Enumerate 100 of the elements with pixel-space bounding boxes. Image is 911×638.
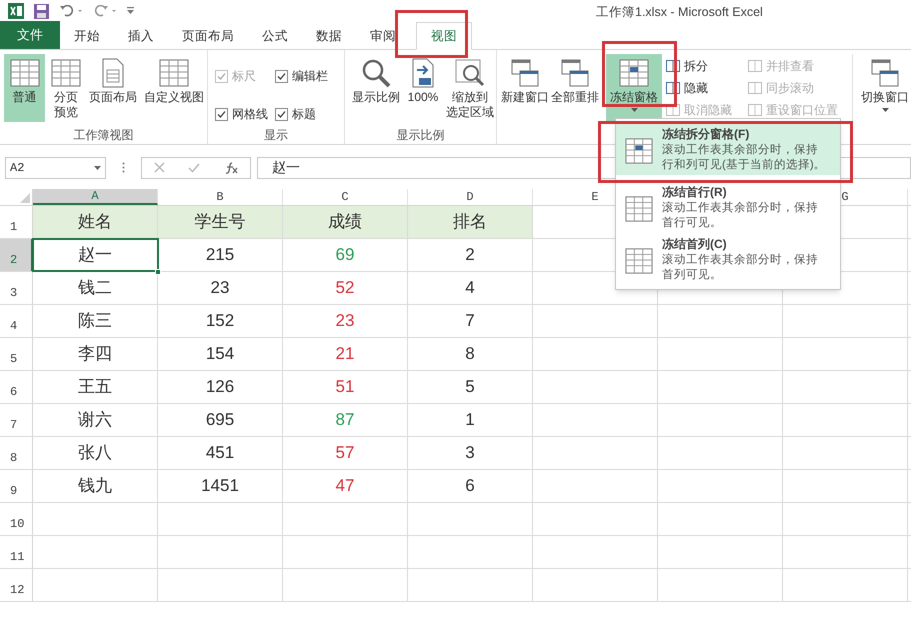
check-icon <box>217 110 226 118</box>
checkbox[interactable] <box>275 70 288 82</box>
table-cell[interactable]: 4 <box>408 272 533 304</box>
table-cell[interactable]: 23 <box>283 305 408 337</box>
table-cell[interactable]: 6 <box>408 470 533 502</box>
row-header[interactable]: 9 <box>0 470 33 502</box>
table-cell[interactable]: 47 <box>283 470 408 502</box>
table-cell[interactable]: 李四 <box>33 338 158 370</box>
column-header[interactable]: A <box>33 189 158 205</box>
ribbon-small-button[interactable]: 隐藏 <box>666 79 746 97</box>
save-icon[interactable] <box>34 4 49 18</box>
ribbon-button[interactable]: 分页 预览 <box>47 54 85 122</box>
table-cell[interactable]: 赵一 <box>33 239 158 271</box>
table-cell[interactable]: 1451 <box>158 470 283 502</box>
grid-icon <box>51 58 81 88</box>
table-cell[interactable]: 23 <box>158 272 283 304</box>
row-header[interactable]: 2 <box>0 239 33 271</box>
ribbon-small-button[interactable]: 拆分 <box>666 57 746 75</box>
checkbox[interactable] <box>275 108 288 120</box>
ribbon-tab[interactable]: 页面布局 <box>168 22 248 50</box>
function-icon[interactable] <box>224 162 238 174</box>
table-cell[interactable]: 215 <box>158 239 283 271</box>
pane-icon <box>748 60 762 72</box>
ribbon-button[interactable]: 显示比例 <box>350 54 402 122</box>
table-cell[interactable]: 21 <box>283 338 408 370</box>
undo-icon[interactable] <box>59 5 83 17</box>
ribbon-button[interactable]: 全部重排 <box>550 54 600 122</box>
menu-item[interactable]: 冻结首列(C) 滚动工作表其余部分时，保持 首列可见。 <box>616 233 840 285</box>
row-header[interactable]: 11 <box>0 536 33 568</box>
table-cell[interactable]: 谢六 <box>33 404 158 436</box>
ribbon-button[interactable]: 100% <box>405 54 441 122</box>
ribbon-tab[interactable]: 审阅 <box>356 22 410 50</box>
table-cell[interactable]: 排名 <box>408 206 533 238</box>
table-cell[interactable]: 3 <box>408 437 533 469</box>
ribbon-button[interactable]: 缩放到 选定区域 <box>444 54 496 122</box>
caret-icon <box>630 108 638 112</box>
table-cell[interactable]: 1 <box>408 404 533 436</box>
ribbon-tab[interactable]: 公式 <box>248 22 302 50</box>
table-cell[interactable]: 学生号 <box>158 206 283 238</box>
new-window-icon <box>510 58 540 88</box>
table-cell[interactable]: 8 <box>408 338 533 370</box>
checkbox-label: 标尺 <box>232 68 256 85</box>
table-cell[interactable]: 2 <box>408 239 533 271</box>
row-header[interactable]: 5 <box>0 338 33 370</box>
caret-icon <box>882 108 888 112</box>
table-cell[interactable]: 王五 <box>33 371 158 403</box>
fill-handle[interactable] <box>155 269 161 275</box>
ribbon-tab[interactable]: 数据 <box>302 22 356 50</box>
column-header[interactable]: D <box>408 189 533 205</box>
table-cell[interactable]: 451 <box>158 437 283 469</box>
dropdown-icon <box>94 166 101 170</box>
ribbon-tab[interactable]: 插入 <box>114 22 168 50</box>
file-tab[interactable]: 文件 <box>0 21 60 49</box>
ribbon-button[interactable]: 页面布局 <box>87 54 139 122</box>
table-cell[interactable]: 57 <box>283 437 408 469</box>
ribbon-button[interactable]: 自定义视图 <box>141 54 207 122</box>
customize-icon[interactable] <box>127 7 134 15</box>
menu-item[interactable]: 冻结拆分窗格(F) 滚动工作表其余部分时，保持 行和列可见(基于当前的选择)。 <box>616 123 840 175</box>
check-icon[interactable] <box>188 162 200 172</box>
group-label: 工作簿视图 <box>72 127 134 144</box>
check-icon <box>277 72 286 80</box>
menu-item-title: 冻结拆分窗格(F) <box>662 126 750 143</box>
ribbon-button[interactable]: 新建窗口 <box>500 54 550 122</box>
ribbon-button[interactable]: 切换窗口 <box>859 54 911 122</box>
table-cell[interactable]: 5 <box>408 371 533 403</box>
table-cell[interactable]: 126 <box>158 371 283 403</box>
row-header[interactable]: 12 <box>0 569 33 601</box>
table-cell[interactable]: 成绩 <box>283 206 408 238</box>
redo-icon[interactable] <box>93 5 117 17</box>
ribbon-button[interactable]: 冻结窗格 <box>606 54 662 122</box>
table-cell[interactable]: 7 <box>408 305 533 337</box>
row-header[interactable]: 8 <box>0 437 33 469</box>
table-cell[interactable]: 姓名 <box>33 206 158 238</box>
name-box[interactable]: A2 <box>5 156 106 178</box>
table-cell[interactable]: 154 <box>158 338 283 370</box>
ribbon-tab[interactable]: 视图 <box>416 22 472 50</box>
column-header[interactable]: B <box>158 189 283 205</box>
table-cell[interactable]: 152 <box>158 305 283 337</box>
zoom-page-icon <box>411 58 435 88</box>
table-cell[interactable]: 钱九 <box>33 470 158 502</box>
switch-window-icon <box>870 58 900 88</box>
row-header[interactable]: 6 <box>0 371 33 403</box>
checkbox[interactable] <box>215 108 228 120</box>
arrange-icon <box>560 58 590 88</box>
excel-logo-icon <box>8 3 24 19</box>
column-header[interactable]: C <box>283 189 408 205</box>
row-header[interactable]: 4 <box>0 305 33 337</box>
table-cell[interactable]: 张八 <box>33 437 158 469</box>
ribbon-tab[interactable]: 开始 <box>60 22 114 50</box>
row-header[interactable]: 3 <box>0 272 33 304</box>
table-cell[interactable]: 陈三 <box>33 305 158 337</box>
row-header[interactable]: 10 <box>0 503 33 535</box>
row-header[interactable]: 7 <box>0 404 33 436</box>
grid-icon <box>10 58 40 88</box>
checkbox-label: 网格线 <box>232 106 268 123</box>
table-cell[interactable]: 695 <box>158 404 283 436</box>
ribbon-button[interactable]: 普通 <box>4 54 45 122</box>
table-cell[interactable]: 51 <box>283 371 408 403</box>
table-cell[interactable]: 钱二 <box>33 272 158 304</box>
table-cell[interactable]: 52 <box>283 272 408 304</box>
